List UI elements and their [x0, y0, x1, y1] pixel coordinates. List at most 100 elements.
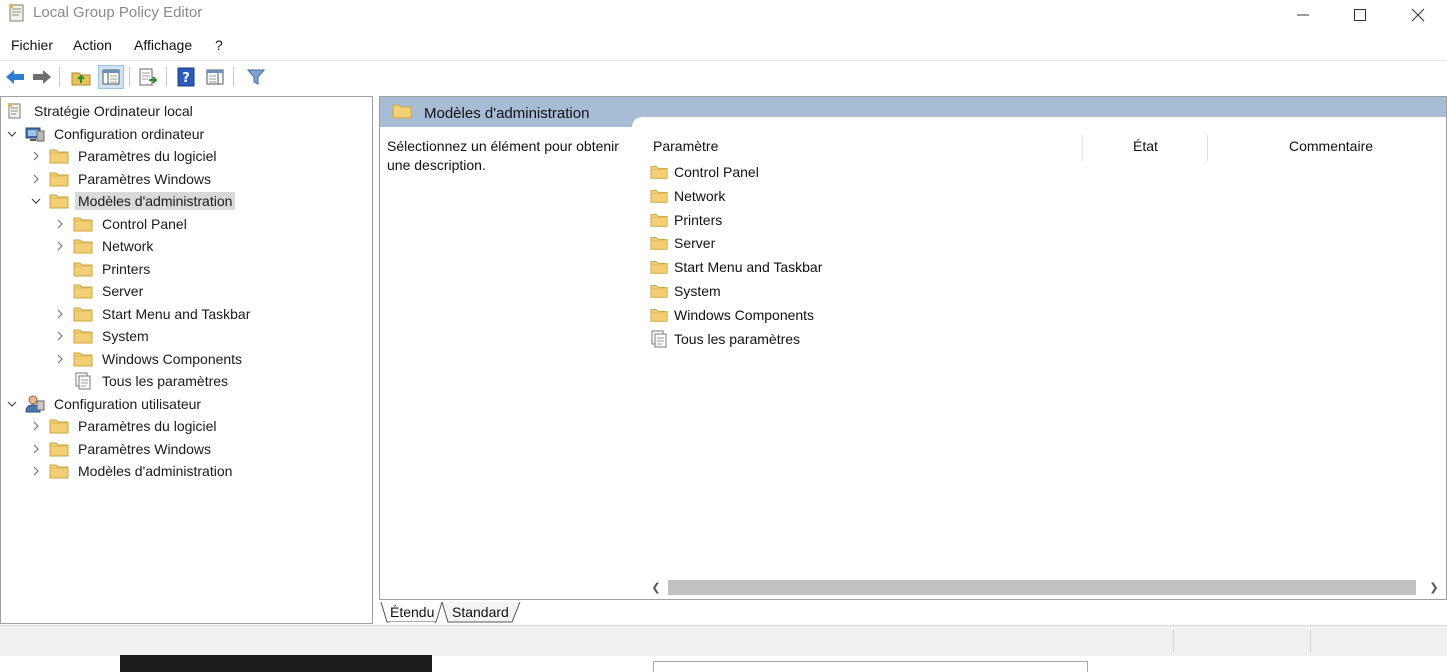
list-header: Paramètre État Commentaire — [645, 135, 1445, 161]
folder-icon — [73, 350, 93, 368]
all-settings-icon — [73, 372, 93, 390]
list-item[interactable]: Server — [650, 232, 715, 254]
chevron-right-icon[interactable] — [53, 239, 67, 253]
chevron-right-icon[interactable] — [53, 329, 67, 343]
tab-standard[interactable]: Standard — [452, 602, 509, 622]
show-hide-action-pane-icon — [206, 69, 224, 85]
filter-button[interactable] — [244, 65, 268, 89]
chevron-right-icon[interactable] — [53, 352, 67, 366]
scrollbar-thumb[interactable] — [668, 580, 1416, 595]
column-commentaire[interactable]: Commentaire — [1289, 138, 1373, 154]
chevron-right-icon[interactable] — [53, 217, 67, 231]
list-item-label: Start Menu and Taskbar — [674, 259, 823, 276]
tree-item-user-software-settings[interactable]: Paramètres du logiciel — [29, 415, 220, 437]
scroll-right-icon[interactable]: ❯ — [1426, 579, 1442, 595]
tree-user-config[interactable]: Configuration utilisateur — [5, 393, 204, 415]
tree-item-software-settings[interactable]: Paramètres du logiciel — [29, 145, 220, 167]
folder-icon — [73, 237, 93, 255]
maximize-button[interactable] — [1330, 0, 1390, 30]
list-item[interactable]: Printers — [650, 209, 722, 231]
tree-item-windows-settings[interactable]: Paramètres Windows — [29, 168, 214, 190]
tree-root-item[interactable]: Stratégie Ordinateur local — [5, 100, 196, 122]
back-arrow-icon — [6, 70, 24, 84]
chevron-right-icon[interactable] — [29, 464, 43, 478]
tree-item-label: System — [102, 328, 149, 344]
list-item[interactable]: Windows Components — [650, 304, 814, 326]
column-parametre[interactable]: Paramètre — [653, 138, 718, 154]
chevron-down-icon[interactable] — [5, 127, 19, 141]
tree-item-control-panel[interactable]: Control Panel — [53, 213, 190, 235]
minimize-button[interactable] — [1273, 0, 1333, 30]
tree-item-label: Server — [102, 283, 144, 299]
folder-icon — [73, 282, 93, 300]
list-item[interactable]: Control Panel — [650, 161, 759, 183]
up-folder-icon — [71, 72, 91, 86]
menu-help[interactable]: ? — [215, 37, 223, 53]
close-button[interactable] — [1388, 0, 1447, 30]
tree-item-network[interactable]: Network — [53, 235, 156, 257]
menu-fichier[interactable]: Fichier — [11, 37, 53, 53]
back-button[interactable] — [3, 65, 27, 89]
menu-action[interactable]: Action — [73, 37, 112, 53]
show-hide-tree-button[interactable] — [98, 65, 124, 89]
status-bar — [0, 625, 1447, 656]
list-item[interactable]: Network — [650, 185, 725, 207]
column-divider[interactable] — [1207, 135, 1208, 161]
horizontal-scrollbar[interactable]: ❮ ❯ — [646, 577, 1444, 597]
up-folder-button[interactable] — [69, 65, 93, 89]
toolbar: ? — [0, 60, 1447, 93]
tree-item-label: Tous les paramètres — [102, 373, 229, 389]
chevron-right-icon[interactable] — [29, 442, 43, 456]
chevron-right-icon[interactable] — [29, 419, 43, 433]
forward-button[interactable] — [30, 65, 54, 89]
list-item-label: Network — [674, 187, 726, 204]
folder-icon — [73, 215, 93, 233]
help-icon: ? — [177, 67, 195, 87]
chevron-right-icon[interactable] — [29, 149, 43, 163]
folder-icon — [650, 307, 668, 323]
list-item[interactable]: Start Menu and Taskbar — [650, 256, 822, 278]
help-button[interactable]: ? — [174, 65, 198, 89]
tree-computer-config[interactable]: Configuration ordinateur — [5, 123, 207, 145]
header-curve — [632, 117, 1446, 129]
svg-text:?: ? — [182, 71, 190, 86]
chevron-down-icon[interactable] — [29, 194, 43, 208]
tab-etendu[interactable]: Étendu — [390, 602, 435, 624]
export-list-button[interactable] — [136, 65, 160, 89]
tree-item-user-windows-settings[interactable]: Paramètres Windows — [29, 438, 214, 460]
tree-item-label: Stratégie Ordinateur local — [34, 103, 193, 119]
folder-icon — [392, 103, 412, 122]
toolbar-separator — [129, 67, 130, 87]
tree-item-label: Paramètres du logiciel — [78, 148, 217, 164]
tree-item-all-settings[interactable]: Tous les paramètres — [53, 370, 231, 392]
tree-item-user-admin-templates[interactable]: Modèles d'administration — [29, 460, 235, 482]
tree-item-label: Start Menu and Taskbar — [102, 305, 251, 322]
column-divider[interactable] — [1082, 135, 1083, 161]
folder-icon — [650, 164, 668, 180]
description-text: Sélectionnez un élément pour obtenir une… — [387, 138, 619, 173]
status-divider — [1173, 630, 1174, 652]
tree-item-server[interactable]: Server — [53, 280, 146, 302]
chevron-down-icon[interactable] — [5, 397, 19, 411]
list-item[interactable]: Tous les paramètres — [650, 328, 800, 350]
minimize-icon — [1297, 14, 1309, 16]
chevron-right-icon[interactable] — [53, 307, 67, 321]
folder-icon — [650, 212, 668, 228]
column-etat[interactable]: État — [1133, 138, 1158, 154]
maximize-icon — [1354, 9, 1366, 21]
tree-item-system[interactable]: System — [53, 325, 152, 347]
show-hide-action-pane-button[interactable] — [203, 65, 227, 89]
tree-item-printers[interactable]: Printers — [53, 258, 153, 280]
status-divider — [1310, 630, 1311, 652]
scroll-left-icon[interactable]: ❮ — [648, 579, 664, 595]
list-item[interactable]: System — [650, 280, 721, 302]
tree-pane: Stratégie Ordinateur local Configuration … — [0, 96, 373, 624]
folder-icon — [49, 147, 69, 165]
tree-item-admin-templates[interactable]: Modèles d'administration — [29, 190, 236, 212]
chevron-right-icon[interactable] — [29, 172, 43, 186]
folder-icon — [73, 327, 93, 345]
tree-item-label: Network — [102, 238, 154, 254]
menu-affichage[interactable]: Affichage — [134, 37, 192, 53]
tree-item-windows-components[interactable]: Windows Components — [53, 348, 245, 370]
tree-item-start-menu[interactable]: Start Menu and Taskbar — [53, 303, 253, 325]
